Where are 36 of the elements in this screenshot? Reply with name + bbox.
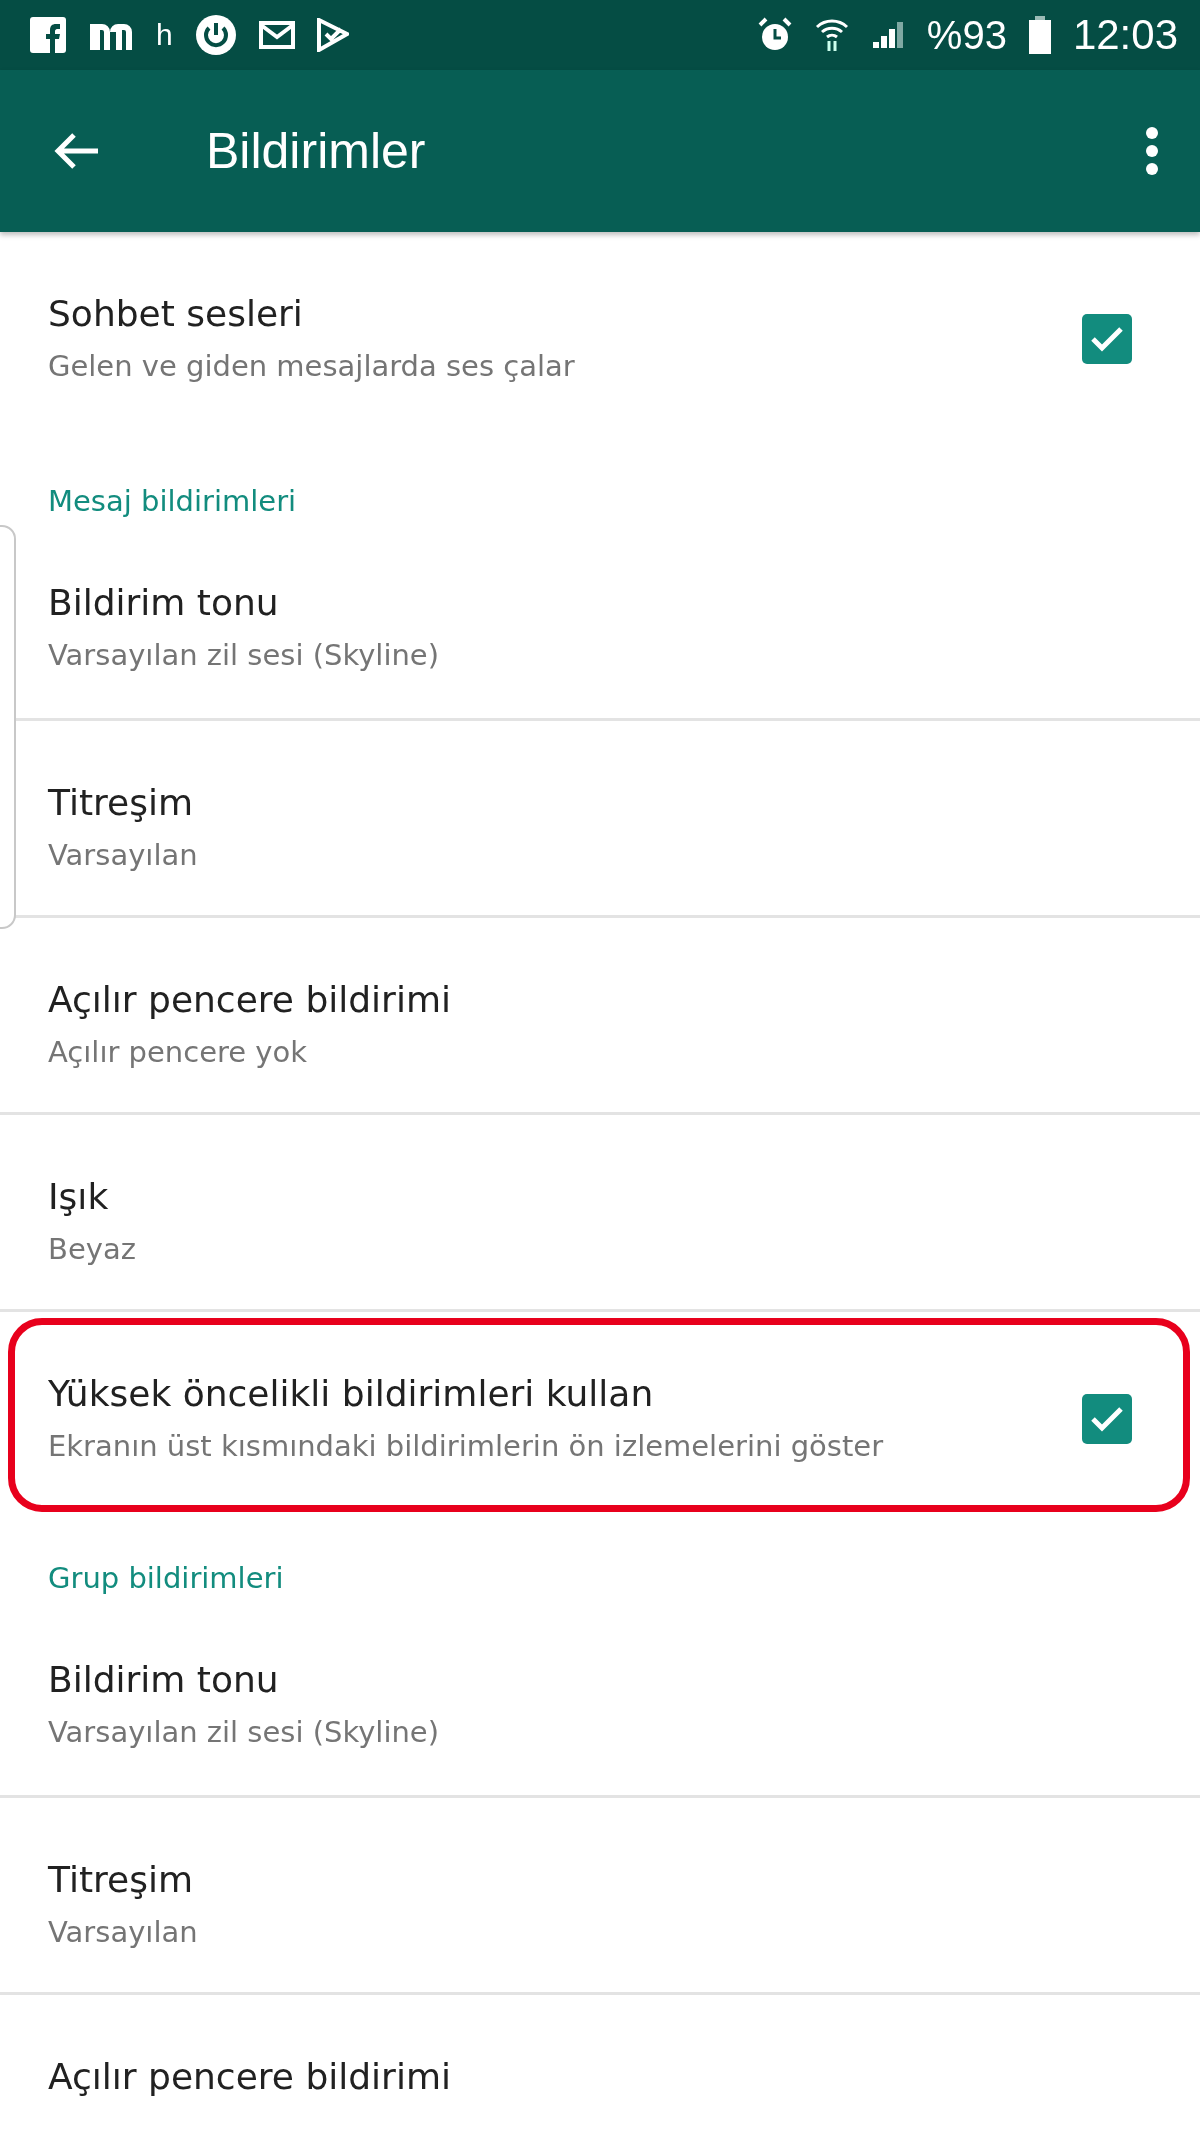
setting-title: Işık — [48, 1175, 109, 1219]
setting-title: Bildirim tonu — [48, 1658, 279, 1702]
battery-percent: %93 — [926, 12, 1007, 58]
setting-title: Sohbet sesleri — [48, 292, 303, 336]
setting-summary: Gelen ve giden mesajlarda ses çalar — [48, 348, 575, 385]
section-header: Mesaj bildirimleri — [47, 483, 298, 520]
section-header: Grup bildirimleri — [47, 1560, 285, 1597]
app-letter: h — [156, 18, 173, 52]
square-logo-icon — [30, 17, 66, 53]
screen-title: Bildirimler — [206, 122, 427, 180]
setting-summary: Varsayılan — [48, 1914, 198, 1951]
setting-title: Titreşim — [48, 781, 193, 825]
clock-time: 12:03 — [1072, 11, 1178, 59]
setting-summary: Varsayılan zil sesi (Skyline) — [48, 637, 439, 674]
wifi-icon — [814, 17, 849, 53]
check-tag-icon — [316, 18, 349, 52]
checkbox[interactable] — [1082, 1394, 1132, 1444]
checkmark-icon — [1090, 326, 1124, 352]
power-icon — [194, 14, 237, 56]
signal-icon — [870, 20, 905, 50]
setting-title: Titreşim — [48, 1858, 193, 1902]
checkbox[interactable] — [1082, 314, 1132, 364]
checkmark-icon — [1090, 1406, 1124, 1432]
setting-summary: Varsayılan zil sesi (Skyline) — [48, 1714, 439, 1751]
setting-summary: Ekranın üst kısmındaki bildirimlerin ön izlemelerini göster — [48, 1428, 884, 1465]
battery-icon — [1028, 16, 1051, 54]
more-options-button[interactable] — [1144, 126, 1160, 176]
mail-icon — [258, 21, 295, 49]
setting-title: Açılır pencere bildirimi — [48, 978, 451, 1022]
setting-title: Açılır pencere bildirimi — [48, 2055, 451, 2099]
setting-title: Bildirim tonu — [48, 581, 279, 625]
setting-title: Yüksek öncelikli bildirimleri kullan — [48, 1372, 654, 1416]
setting-summary: Açılır pencere yok — [48, 1034, 308, 1071]
setting-summary: Varsayılan — [48, 837, 198, 874]
setting-summary: Beyaz — [48, 1231, 136, 1268]
alarm-clock-icon — [756, 17, 793, 53]
